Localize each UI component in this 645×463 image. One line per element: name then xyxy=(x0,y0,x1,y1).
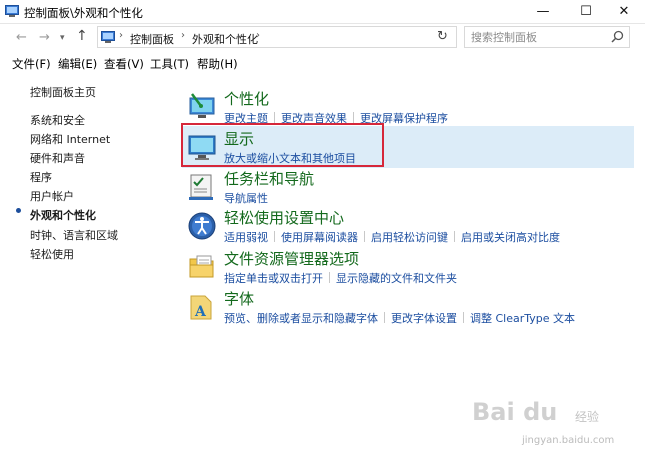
link-cleartype[interactable]: 调整 ClearType 文本 xyxy=(470,312,575,325)
category-personalization: 个性化 更改主题 更改声音效果 更改屏幕保护程序 xyxy=(182,88,634,125)
category-personalization-title[interactable]: 个性化 xyxy=(224,88,269,109)
sidebar-item-user-accounts[interactable]: 用户帐户 xyxy=(30,188,74,204)
category-taskbar: 任务栏和导航 导航属性 xyxy=(182,168,634,206)
menu-bar: 文件(F) 编辑(E) 查看(V) 工具(T) 帮助(H) xyxy=(0,52,645,74)
link-divider xyxy=(274,112,275,123)
ease-of-access-links: 适用弱视 使用屏幕阅读器 启用轻松访问键 启用或关闭高对比度 xyxy=(224,229,560,245)
search-input[interactable] xyxy=(471,29,611,45)
control-panel-icon xyxy=(5,5,19,17)
link-divider xyxy=(364,231,365,242)
sidebar-item-hardware-sound[interactable]: 硬件和声音 xyxy=(30,150,85,166)
up-arrow-icon[interactable]: ↑ xyxy=(76,28,88,44)
search-icon[interactable] xyxy=(611,30,624,43)
forward-arrow-icon[interactable]: → xyxy=(39,30,50,45)
breadcrumb-separator[interactable]: › xyxy=(256,30,260,41)
recent-locations-chevron-icon[interactable]: ▾ xyxy=(60,33,65,43)
link-divider xyxy=(384,312,385,323)
ease-of-access-icon xyxy=(188,212,216,240)
menu-edit[interactable]: 编辑(E) xyxy=(58,56,97,72)
sidebar-item-ease-of-access[interactable]: 轻松使用 xyxy=(30,246,74,262)
sidebar-item-network[interactable]: 网络和 Internet xyxy=(30,131,110,147)
address-bar[interactable]: › 控制面板 › 外观和个性化 › ▾ xyxy=(97,26,519,48)
folder-options-icon xyxy=(189,255,214,278)
sidebar-item-appearance[interactable]: 外观和个性化 xyxy=(30,207,96,223)
baidu-watermark-url: jingyan.baidu.com xyxy=(522,435,615,446)
breadcrumb-control-panel[interactable]: 控制面板 xyxy=(130,31,174,47)
fonts-links: 预览、删除或者显示和隐藏字体 更改字体设置 调整 ClearType 文本 xyxy=(224,310,575,326)
address-row: ← → ▾ ↑ › 控制面板 › 外观和个性化 › ▾ ↻ xyxy=(0,24,645,52)
link-low-vision[interactable]: 适用弱视 xyxy=(224,231,268,244)
category-ease-of-access-title[interactable]: 轻松使用设置中心 xyxy=(224,207,344,228)
baidu-watermark-cn: 经验 xyxy=(575,410,600,424)
breadcrumb-separator[interactable]: › xyxy=(119,30,123,41)
link-divider xyxy=(274,231,275,242)
category-fonts-title[interactable]: 字体 xyxy=(224,288,254,309)
category-fonts: A 字体 预览、删除或者显示和隐藏字体 更改字体设置 调整 ClearType 文本 xyxy=(182,288,634,326)
menu-help[interactable]: 帮助(H) xyxy=(197,56,238,72)
link-divider xyxy=(353,112,354,123)
link-font-settings[interactable]: 更改字体设置 xyxy=(391,312,457,325)
link-divider xyxy=(454,231,455,242)
link-screen-reader[interactable]: 使用屏幕阅读器 xyxy=(281,231,358,244)
menu-file[interactable]: 文件(F) xyxy=(12,56,51,72)
taskbar-icon xyxy=(189,174,213,200)
title-bar: 控制面板\外观和个性化 — ☐ ✕ xyxy=(0,0,645,24)
category-ease-of-access: 轻松使用设置中心 适用弱视 使用屏幕阅读器 启用轻松访问键 启用或关闭高对比度 xyxy=(182,207,634,245)
menu-tools[interactable]: 工具(T) xyxy=(150,56,189,72)
baidu-watermark-logo: Bai du xyxy=(472,398,558,426)
search-box[interactable] xyxy=(464,26,630,48)
close-button[interactable]: ✕ xyxy=(601,0,645,24)
sidebar-home-link[interactable]: 控制面板主页 xyxy=(30,84,96,100)
category-folder-options-title[interactable]: 文件资源管理器选项 xyxy=(224,248,359,269)
sidebar-item-clock-language[interactable]: 时钟、语言和区域 xyxy=(30,227,118,243)
current-page-bullet xyxy=(16,208,21,213)
link-high-contrast[interactable]: 启用或关闭高对比度 xyxy=(461,231,560,244)
link-divider xyxy=(329,272,330,283)
category-folder-options: 文件资源管理器选项 指定单击或双击打开 显示隐藏的文件和文件夹 xyxy=(182,248,634,286)
back-arrow-icon[interactable]: ← xyxy=(16,30,27,45)
fonts-icon: A xyxy=(190,295,212,320)
breadcrumb-separator[interactable]: › xyxy=(181,30,185,41)
personalization-icon xyxy=(189,93,215,118)
link-preview-fonts[interactable]: 预览、删除或者显示和隐藏字体 xyxy=(224,312,378,325)
refresh-icon[interactable]: ↻ xyxy=(437,29,448,44)
link-navigation-properties[interactable]: 导航属性 xyxy=(224,192,268,205)
control-panel-icon xyxy=(101,31,115,43)
folder-options-links: 指定单击或双击打开 显示隐藏的文件和文件夹 xyxy=(224,270,457,286)
svg-text:A: A xyxy=(194,304,207,320)
category-taskbar-title[interactable]: 任务栏和导航 xyxy=(224,168,314,189)
link-access-keys[interactable]: 启用轻松访问键 xyxy=(371,231,448,244)
link-show-hidden-files[interactable]: 显示隐藏的文件和文件夹 xyxy=(336,272,457,285)
taskbar-links: 导航属性 xyxy=(224,190,268,206)
link-single-double-click[interactable]: 指定单击或双击打开 xyxy=(224,272,323,285)
menu-view[interactable]: 查看(V) xyxy=(104,56,144,72)
minimize-button[interactable]: — xyxy=(520,0,566,24)
breadcrumb-appearance[interactable]: 外观和个性化 xyxy=(192,31,258,47)
window-title: 控制面板\外观和个性化 xyxy=(24,6,143,20)
sidebar-item-programs[interactable]: 程序 xyxy=(30,169,52,185)
annotation-red-box xyxy=(181,123,384,167)
link-divider xyxy=(463,312,464,323)
sidebar-item-system-security[interactable]: 系统和安全 xyxy=(30,112,85,128)
